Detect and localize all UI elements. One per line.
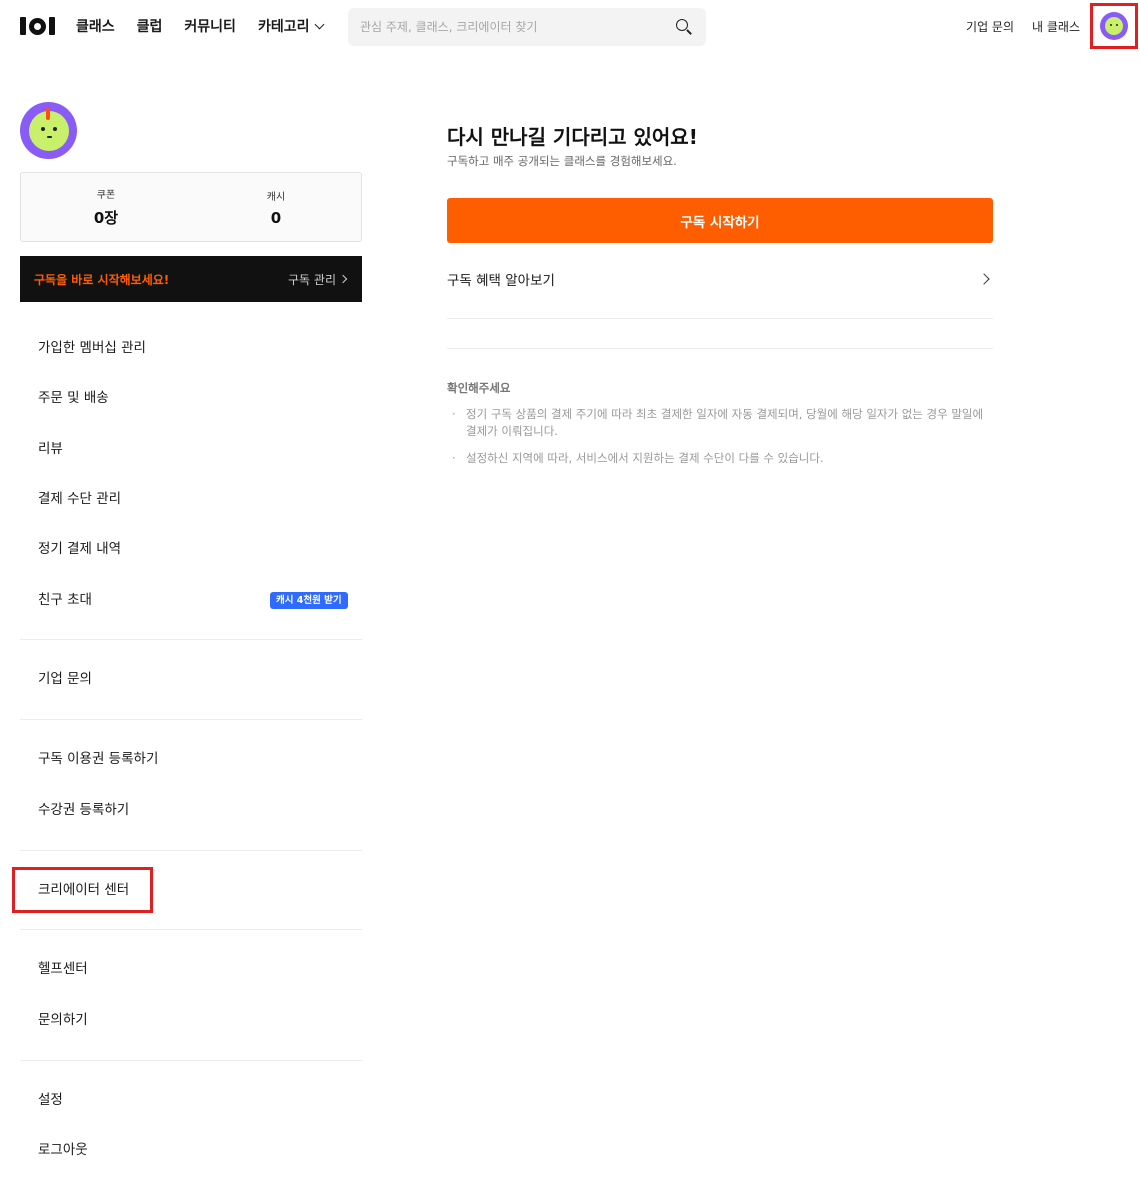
promo-text: 구독을 바로 시작해보세요!: [34, 272, 170, 287]
page-title: 다시 만나길 기다리고 있어요!: [447, 125, 698, 149]
menu-divider: [20, 1060, 362, 1061]
subscription-benefits-label: 구독 혜택 알아보기: [447, 273, 555, 289]
menu-logout[interactable]: 로그아웃: [38, 1139, 88, 1161]
menu-divider: [20, 639, 362, 640]
wallet-summary: 쿠폰 0장 캐시 0: [20, 172, 362, 242]
notice-item: 정기 구독 상품의 결제 주기에 따라 최초 결제한 일자에 자동 결제되며, …: [452, 406, 992, 440]
header-right: 기업 문의 내 클래스: [966, 0, 1140, 52]
my-classes-link[interactable]: 내 클래스: [1032, 18, 1080, 35]
coupon-value: 0장: [93, 209, 119, 227]
logo-ring: [29, 17, 46, 35]
top-header: 클래스 클럽 커뮤니티 카테고리 기업 문의 내 클래스: [0, 0, 1140, 52]
nav-category-label: 카테고리: [257, 19, 310, 35]
start-subscription-button[interactable]: 구독 시작하기: [447, 198, 993, 243]
menu-orders[interactable]: 주문 및 배송: [38, 387, 109, 409]
business-inquiry-link[interactable]: 기업 문의: [966, 18, 1014, 35]
section-divider: [447, 318, 993, 319]
avatar-antenna-icon: [46, 107, 50, 120]
subscription-manage-link[interactable]: 구독 관리: [288, 271, 348, 288]
notice-item: 설정하신 지역에 따라, 서비스에서 지원하는 결제 수단이 다를 수 있습니다…: [452, 450, 992, 467]
search-input[interactable]: [360, 20, 674, 34]
menu-invite-friends[interactable]: 친구 초대: [38, 589, 92, 611]
menu-subscription-register[interactable]: 구독 이용권 등록하기: [38, 748, 158, 770]
chevron-right-icon: [978, 273, 990, 285]
coupon-summary[interactable]: 쿠폰 0장: [21, 173, 191, 241]
logo-bar: [49, 17, 55, 35]
site-logo[interactable]: [20, 17, 56, 35]
subscription-benefits-link[interactable]: 구독 혜택 알아보기: [447, 262, 993, 296]
cash-label: 캐시: [266, 191, 286, 203]
menu-contact[interactable]: 문의하기: [38, 1009, 88, 1031]
invite-reward-badge: 캐시 4천원 받기: [270, 592, 348, 609]
cash-summary[interactable]: 캐시 0: [191, 173, 361, 241]
logo-bar: [20, 17, 26, 35]
page-subtitle: 구독하고 매주 공개되는 클래스를 경험해보세요.: [447, 154, 677, 168]
nav-club[interactable]: 클럽: [137, 16, 163, 36]
menu-business-inquiry[interactable]: 기업 문의: [38, 668, 92, 690]
menu-settings[interactable]: 설정: [38, 1089, 63, 1111]
menu-divider: [20, 850, 362, 851]
nav-community[interactable]: 커뮤니티: [184, 16, 236, 36]
coupon-label: 쿠폰: [96, 190, 116, 201]
subscription-manage-label: 구독 관리: [288, 272, 336, 287]
avatar-face-icon: [1105, 17, 1123, 35]
menu-help-center[interactable]: 헬프센터: [38, 958, 88, 980]
menu-payment-methods[interactable]: 결제 수단 관리: [38, 488, 121, 510]
cash-value: 0: [270, 208, 282, 227]
menu-membership[interactable]: 가입한 멤버십 관리: [38, 337, 146, 359]
menu-divider: [20, 719, 362, 720]
chevron-right-icon: [338, 274, 348, 284]
menu-reviews[interactable]: 리뷰: [38, 438, 63, 460]
menu-creator-center[interactable]: 크리에이터 센터: [38, 879, 129, 901]
section-divider: [447, 348, 993, 349]
nav-category[interactable]: 카테고리: [257, 16, 325, 36]
nav-classes[interactable]: 클래스: [76, 16, 115, 36]
notice-title: 확인해주세요: [447, 381, 511, 395]
avatar-highlight-box: [1090, 3, 1138, 49]
menu-divider: [20, 929, 362, 930]
main-nav: 클래스 클럽 커뮤니티 카테고리: [76, 16, 325, 36]
chevron-down-icon: [315, 19, 325, 29]
menu-recurring-payments[interactable]: 정기 결제 내역: [38, 538, 121, 560]
search-icon[interactable]: [674, 17, 694, 37]
menu-course-register[interactable]: 수강권 등록하기: [38, 799, 129, 821]
avatar[interactable]: [1100, 12, 1128, 40]
subscription-promo-banner[interactable]: 구독을 바로 시작해보세요! 구독 관리: [20, 256, 362, 302]
notice-list: 정기 구독 상품의 결제 주기에 따라 최초 결제한 일자에 자동 결제되며, …: [452, 406, 992, 477]
search-bar: [348, 8, 706, 46]
